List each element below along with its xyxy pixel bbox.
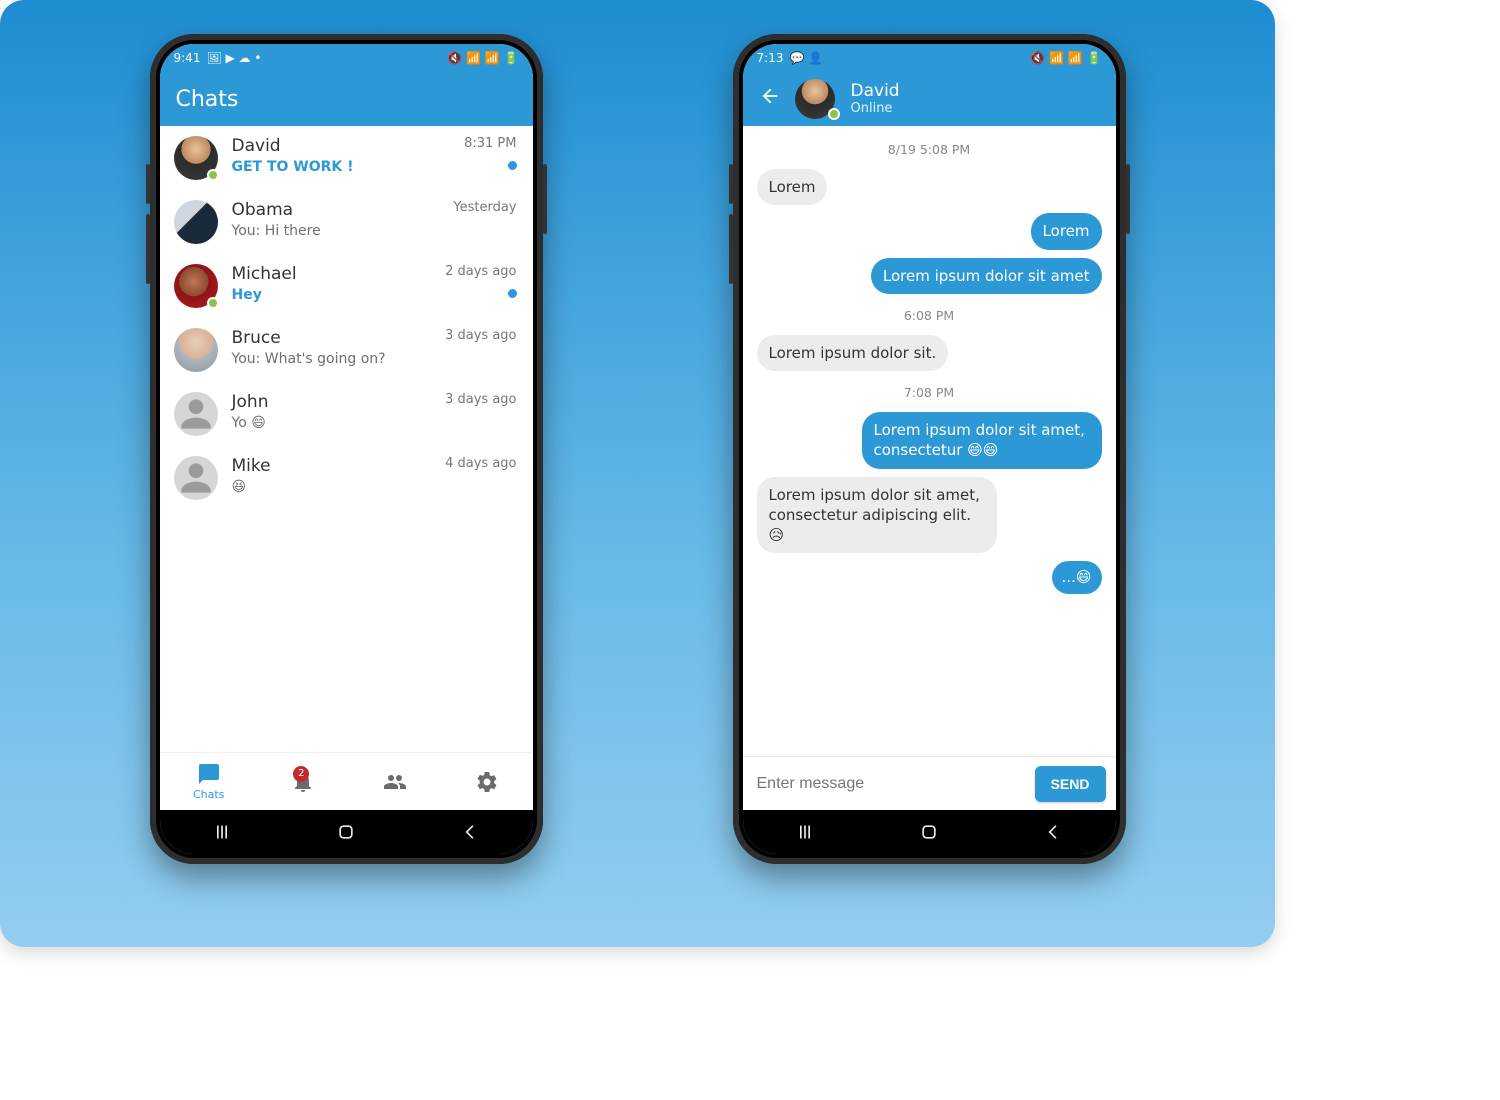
back-button[interactable]	[759, 85, 781, 113]
chat-preview: You: What's going on?	[232, 351, 427, 367]
chat-name: Michael	[232, 264, 427, 285]
gear-icon	[475, 770, 499, 794]
online-indicator-icon	[207, 169, 219, 181]
send-button[interactable]: SEND	[1035, 766, 1106, 802]
message-timestamp: 8/19 5:08 PM	[757, 142, 1102, 157]
message-incoming[interactable]: Lorem	[757, 169, 828, 205]
chat-time: 8:31 PM	[464, 136, 516, 151]
chat-item[interactable]: Mike 😆 4 days ago	[160, 446, 533, 510]
avatar	[174, 200, 218, 244]
chat-name: John	[232, 392, 427, 413]
message-outgoing[interactable]: Lorem ipsum dolor sit amet, consectetur …	[862, 412, 1102, 469]
composer: SEND	[743, 756, 1116, 810]
chat-preview: Hey	[232, 287, 427, 303]
chat-item[interactable]: Bruce You: What's going on? 3 days ago	[160, 318, 533, 382]
status-left-icons: 💬 👤	[789, 51, 823, 65]
app-bar: David Online	[743, 72, 1116, 126]
status-bar: 7:13 💬 👤 🔇 📶 📶 🔋	[743, 44, 1116, 72]
bottom-nav: Chats 2	[160, 752, 533, 810]
chat-icon	[197, 762, 221, 786]
message-outgoing[interactable]: Lorem ipsum dolor sit amet	[871, 258, 1102, 294]
app-title: Chats	[176, 87, 239, 112]
message-input[interactable]	[753, 765, 1027, 803]
chat-name: David	[232, 136, 427, 157]
phone-conversation: 7:13 💬 👤 🔇 📶 📶 🔋	[733, 34, 1126, 864]
status-time: 7:13	[757, 51, 784, 65]
back-nav-icon[interactable]	[1043, 822, 1063, 842]
tab-settings[interactable]	[475, 770, 499, 794]
chat-time: Yesterday	[453, 200, 516, 215]
chat-item[interactable]: David GET TO WORK ! 8:31 PM	[160, 126, 533, 190]
contact-status: Online	[851, 101, 900, 116]
message-outgoing[interactable]: ...😄	[1052, 561, 1102, 593]
recents-icon[interactable]	[212, 822, 232, 842]
online-indicator-icon	[207, 297, 219, 309]
phone-chat-list: 9:41 🖼 ▶ ☁ • 🔇 📶 📶 🔋 Chats David GET TO W…	[150, 34, 543, 864]
chat-list[interactable]: David GET TO WORK ! 8:31 PM Obama You: Hi th…	[160, 126, 533, 752]
chat-name: Bruce	[232, 328, 427, 349]
status-left-icons: 🖼 ▶ ☁ •	[206, 51, 261, 65]
status-time: 9:41	[174, 51, 201, 65]
chat-preview: 😆	[232, 479, 427, 495]
people-icon	[382, 770, 408, 794]
chat-time: 2 days ago	[445, 264, 516, 279]
online-indicator-icon	[828, 108, 840, 120]
chat-preview: GET TO WORK !	[232, 159, 427, 175]
notification-badge: 2	[293, 766, 309, 782]
home-icon[interactable]	[336, 822, 356, 842]
message-incoming[interactable]: Lorem ipsum dolor sit.	[757, 335, 949, 371]
tab-chats[interactable]: Chats	[193, 762, 224, 801]
message-incoming[interactable]: Lorem ipsum dolor sit amet, consectetur …	[757, 477, 997, 554]
message-timestamp: 7:08 PM	[757, 385, 1102, 400]
unread-dot-icon	[508, 161, 517, 170]
avatar	[174, 456, 218, 500]
chat-preview: You: Hi there	[232, 223, 427, 239]
chat-item[interactable]: Obama You: Hi there Yesterday	[160, 190, 533, 254]
message-timestamp: 6:08 PM	[757, 308, 1102, 323]
app-bar: Chats	[160, 72, 533, 126]
chat-time: 4 days ago	[445, 456, 516, 471]
conversation-view[interactable]: 8/19 5:08 PM Lorem Lorem Lorem ipsum dolor …	[743, 126, 1116, 756]
status-right-icons: 🔇 📶 📶 🔋	[447, 51, 518, 65]
android-nav-bar	[160, 810, 533, 854]
avatar	[174, 328, 218, 372]
avatar	[174, 392, 218, 436]
chat-time: 3 days ago	[445, 328, 516, 343]
tab-notifications[interactable]: 2	[291, 770, 315, 794]
chat-name: Mike	[232, 456, 427, 477]
chat-item[interactable]: Michael Hey 2 days ago	[160, 254, 533, 318]
home-icon[interactable]	[919, 822, 939, 842]
tab-groups[interactable]	[382, 770, 408, 794]
message-outgoing[interactable]: Lorem	[1031, 213, 1102, 249]
tab-chats-label: Chats	[193, 788, 224, 801]
recents-icon[interactable]	[795, 822, 815, 842]
android-nav-bar	[743, 810, 1116, 854]
status-bar: 9:41 🖼 ▶ ☁ • 🔇 📶 📶 🔋	[160, 44, 533, 72]
back-nav-icon[interactable]	[460, 822, 480, 842]
status-right-icons: 🔇 📶 📶 🔋	[1030, 51, 1101, 65]
chat-name: Obama	[232, 200, 427, 221]
arrow-left-icon	[759, 85, 781, 107]
chat-preview: Yo 😄	[232, 415, 427, 431]
contact-name: David	[851, 82, 900, 101]
chat-time: 3 days ago	[445, 392, 516, 407]
chat-item[interactable]: John Yo 😄 3 days ago	[160, 382, 533, 446]
unread-dot-icon	[508, 289, 517, 298]
